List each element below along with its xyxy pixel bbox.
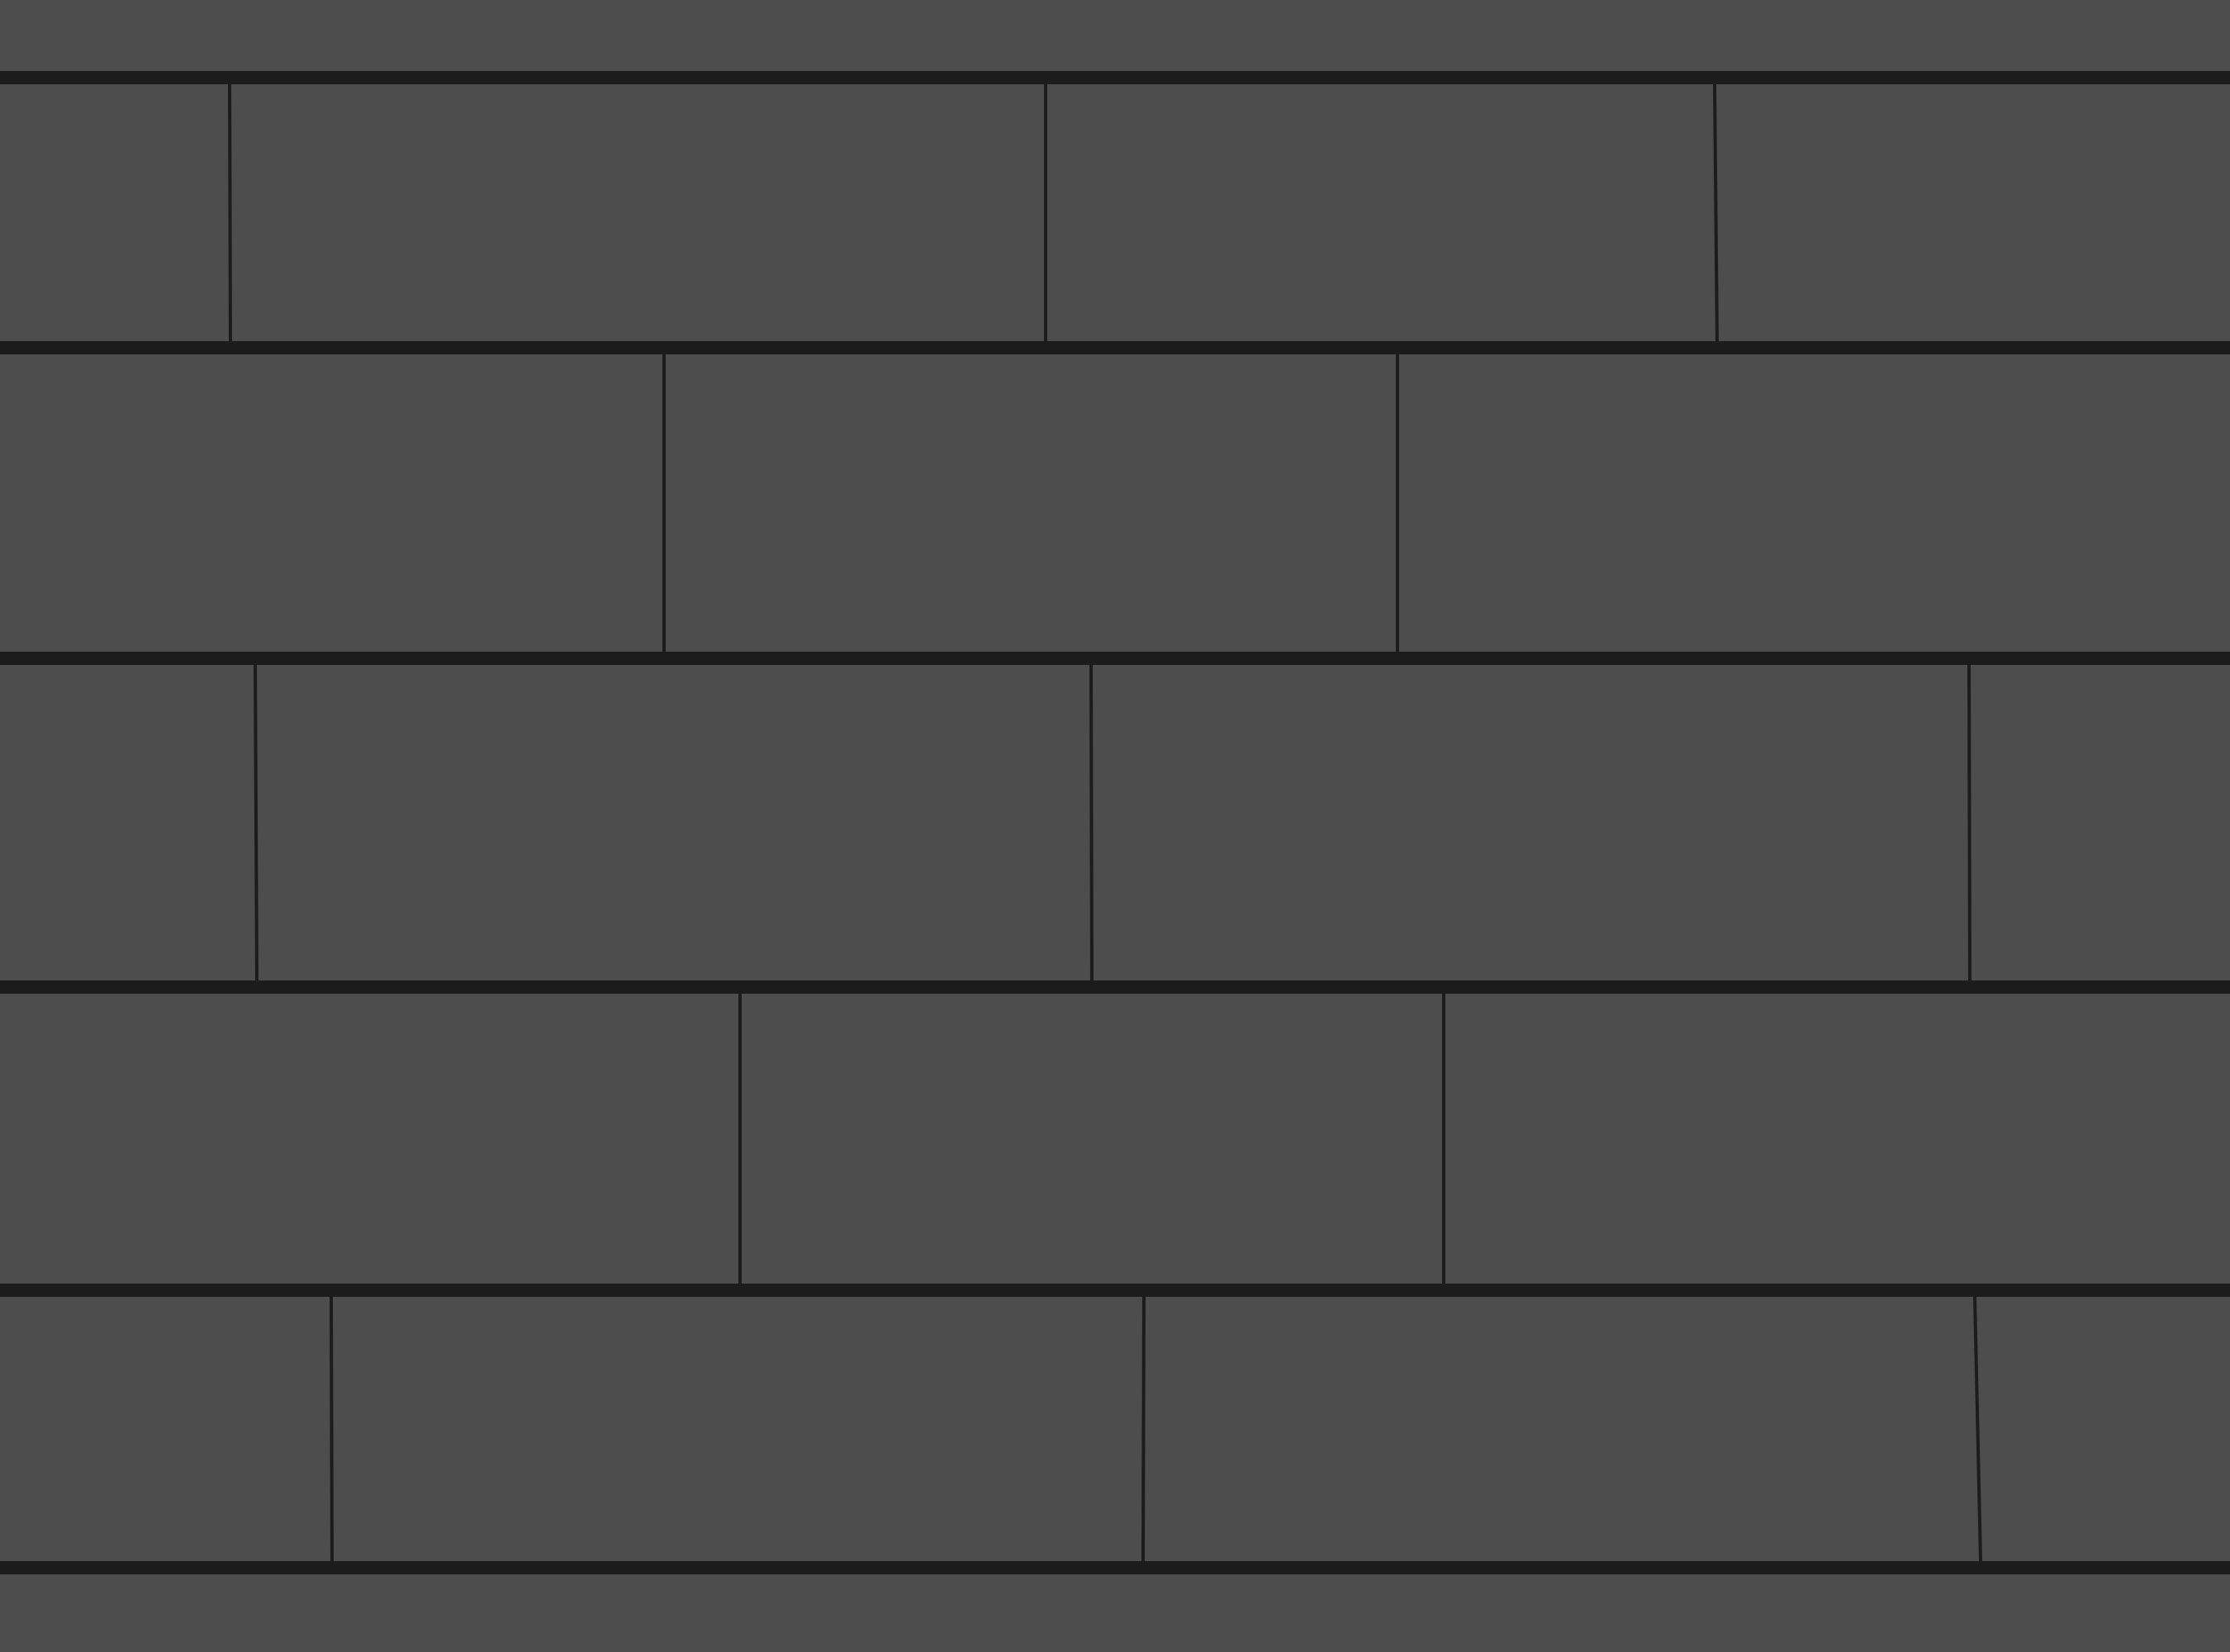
vertical-joint-r3-3: [1967, 664, 1971, 981]
horizontal-joint-4: [0, 980, 2230, 994]
horizontal-joint-3: [0, 652, 2230, 665]
vertical-joint-r5-1: [330, 1296, 334, 1562]
vertical-joint-r3-2: [1089, 664, 1094, 981]
tile-background: [0, 0, 2230, 1652]
horizontal-joint-5: [0, 1284, 2230, 1297]
tile-pattern: [0, 0, 2230, 1652]
horizontal-joint-6: [0, 1561, 2230, 1574]
horizontal-joint-2: [0, 341, 2230, 354]
vertical-joint-r3-1: [254, 664, 259, 981]
horizontal-joint-1: [0, 71, 2230, 84]
vertical-joint-r5-2: [1141, 1296, 1146, 1562]
